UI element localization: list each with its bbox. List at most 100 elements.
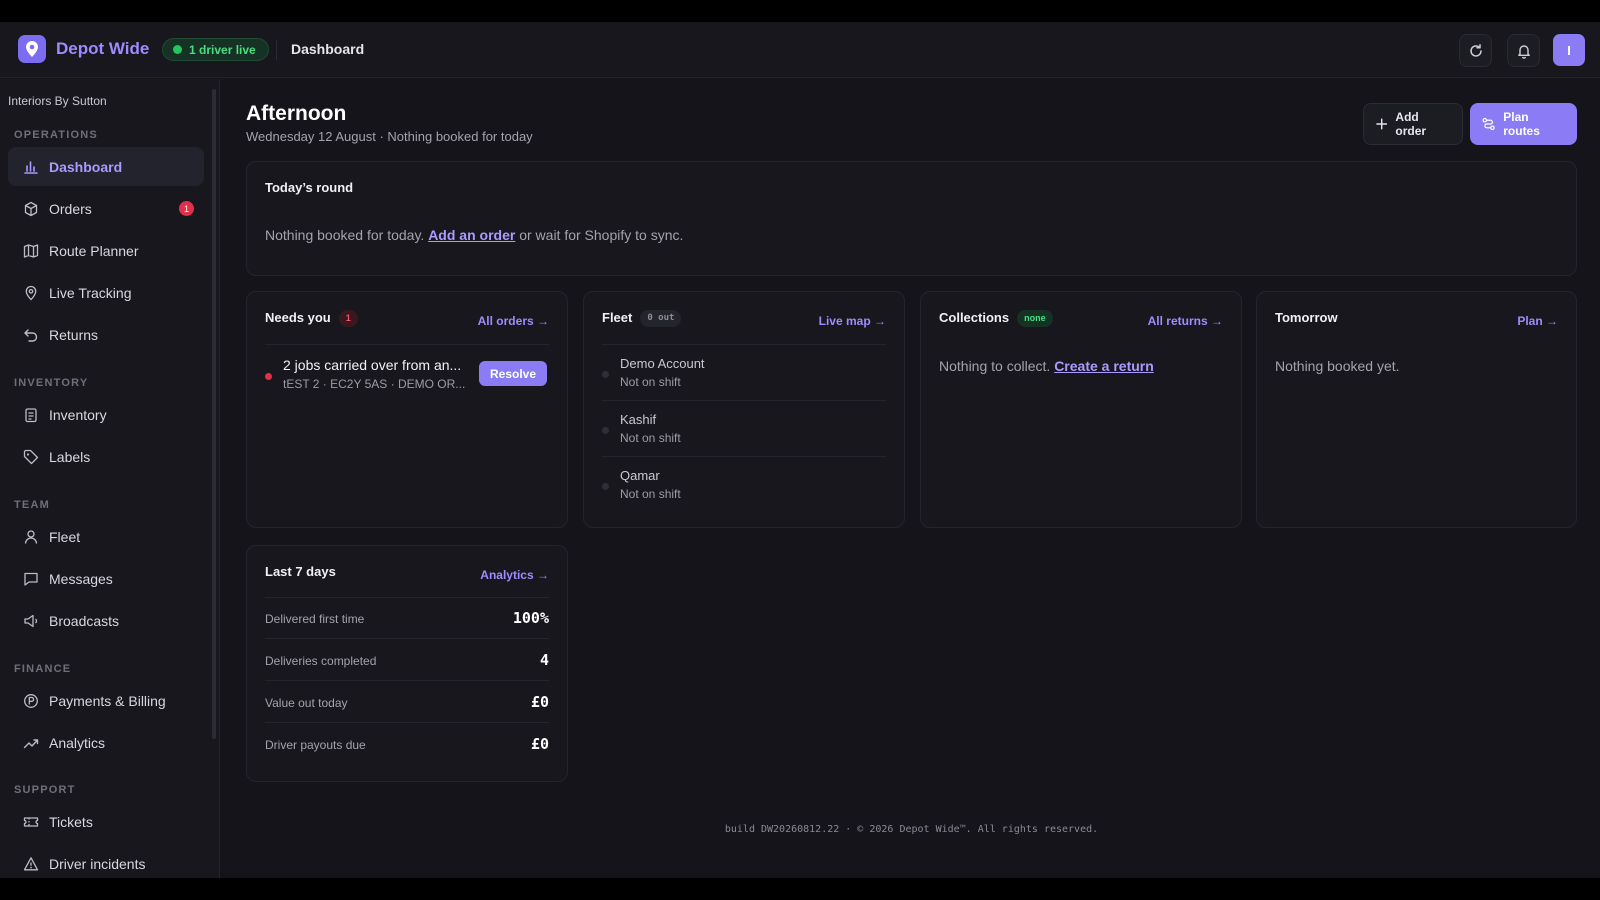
needs-you-item[interactable]: 2 jobs carried over from an... tEST 2 · …: [265, 357, 551, 397]
todays-round-message: Nothing booked for today. Add an order o…: [265, 227, 683, 243]
sidebar-item-label: Returns: [49, 326, 99, 343]
sidebar-scrollbar[interactable]: [212, 89, 216, 739]
tomorrow-card: Tomorrow Plan → Nothing booked yet.: [1256, 291, 1577, 528]
alert-dot-icon: [265, 373, 272, 380]
needs-you-title: Needs you: [265, 310, 331, 325]
tag-icon: [23, 449, 39, 464]
sidebar-item-messages[interactable]: Messages: [8, 559, 204, 598]
orders-count-badge: 1: [179, 201, 194, 216]
collections-title: Collections: [939, 310, 1010, 325]
pin-icon: [25, 285, 37, 300]
live-dot-icon: [173, 45, 182, 54]
driver-status: Not on shift: [620, 375, 681, 389]
brand-name[interactable]: Depot Wide: [56, 39, 149, 59]
drivers-live-label: 1 driver live: [189, 42, 256, 57]
breadcrumb: Dashboard: [291, 41, 365, 57]
sidebar-item-route-planner[interactable]: Route Planner: [8, 231, 204, 270]
bell-icon: [1517, 44, 1530, 59]
add-order-label: Add order: [1395, 110, 1427, 138]
plan-routes-button[interactable]: Plan routes: [1470, 103, 1577, 145]
plan-routes-label: Plan routes: [1503, 110, 1540, 138]
footer-build-info: build DW20260812.22 · © 2026 Depot Wide™…: [724, 824, 1099, 835]
collections-message: Nothing to collect. Create a return: [939, 358, 1154, 374]
sidebar-item-broadcasts[interactable]: Broadcasts: [8, 601, 204, 640]
needs-you-card: Needs you 1 All orders → 2 jobs carried o…: [246, 291, 568, 528]
plan-link[interactable]: Plan →: [1517, 314, 1558, 328]
bar-chart-icon: [24, 160, 38, 174]
section-team: TEAM: [14, 499, 50, 511]
megaphone-icon: [24, 614, 38, 627]
todays-round-title: Today’s round: [265, 180, 354, 195]
sidebar-item-tickets[interactable]: Tickets: [8, 802, 204, 841]
logo-pin-icon[interactable]: [18, 35, 46, 63]
sidebar-item-payments-billing[interactable]: Payments & Billing: [8, 681, 204, 720]
stat-row: Value out today £0: [265, 682, 549, 723]
last-7-days-title: Last 7 days: [265, 564, 336, 579]
stat-value: 4: [539, 651, 549, 669]
sidebar-item-live-tracking[interactable]: Live Tracking: [8, 273, 204, 312]
stat-value: £0: [530, 693, 549, 711]
sidebar-item-label: Payments & Billing: [49, 692, 166, 709]
add-an-order-link[interactable]: Add an order: [428, 227, 515, 243]
refresh-button[interactable]: [1459, 34, 1492, 67]
driver-row[interactable]: Kashif Not on shift: [602, 400, 886, 455]
fleet-out-badge: 0 out: [640, 310, 682, 328]
stat-row: Driver payouts due £0: [265, 724, 549, 765]
needs-you-header: Needs you 1: [265, 310, 358, 328]
top-bar: Depot Wide 1 driver live Dashboard I: [0, 22, 1600, 78]
all-returns-link[interactable]: All returns →: [1148, 314, 1223, 328]
status-dot-icon: [602, 427, 609, 434]
stat-row: Delivered first time 100%: [265, 598, 549, 639]
sidebar-item-label: Inventory: [49, 406, 107, 423]
stat-row: Deliveries completed 4: [265, 640, 549, 681]
stat-value: 100%: [512, 609, 549, 627]
todays-round-card: Today’s round Nothing booked for today. …: [246, 161, 1577, 276]
fleet-title: Fleet: [602, 310, 633, 325]
stat-label: Driver payouts due: [265, 738, 366, 752]
live-map-link[interactable]: Live map →: [819, 314, 886, 328]
sidebar-item-label: Messages: [49, 570, 113, 587]
stat-label: Delivered first time: [265, 612, 365, 626]
sidebar-item-label: Dashboard: [49, 158, 123, 175]
person-icon: [24, 529, 38, 544]
all-orders-link[interactable]: All orders →: [478, 314, 549, 328]
sidebar-item-inventory[interactable]: Inventory: [8, 395, 204, 434]
driver-status: Not on shift: [620, 431, 681, 445]
box-icon: [24, 201, 38, 216]
driver-row[interactable]: Qamar Not on shift: [602, 456, 886, 511]
notifications-button[interactable]: [1507, 34, 1540, 67]
sidebar-item-driver-incidents[interactable]: Driver incidents: [8, 844, 204, 878]
status-dot-icon: [602, 483, 609, 490]
app-window: Depot Wide 1 driver live Dashboard I Int…: [0, 22, 1600, 878]
user-avatar[interactable]: I: [1553, 34, 1585, 66]
resolve-button[interactable]: Resolve: [479, 361, 547, 386]
sidebar-item-labels[interactable]: Labels: [8, 437, 204, 476]
sidebar-item-returns[interactable]: Returns: [8, 315, 204, 354]
driver-name: Kashif: [620, 412, 657, 427]
driver-row[interactable]: Demo Account Not on shift: [602, 344, 886, 399]
tomorrow-title: Tomorrow: [1275, 310, 1338, 325]
analytics-link[interactable]: Analytics →: [480, 568, 549, 582]
return-arrow-icon: [24, 328, 38, 342]
stat-label: Value out today: [265, 696, 348, 710]
page-subtitle: Wednesday 12 August · Nothing booked for…: [246, 129, 533, 144]
drivers-live-badge[interactable]: 1 driver live: [162, 38, 269, 61]
sidebar-item-fleet[interactable]: Fleet: [8, 517, 204, 556]
add-order-button[interactable]: Add order: [1363, 103, 1463, 145]
section-operations: OPERATIONS: [14, 129, 98, 141]
section-inventory: INVENTORY: [14, 377, 89, 389]
divider: [265, 344, 549, 345]
collections-status-badge: none: [1017, 310, 1053, 328]
driver-status: Not on shift: [620, 487, 681, 501]
sidebar-item-orders[interactable]: Orders 1: [8, 189, 204, 228]
create-return-link[interactable]: Create a return: [1054, 358, 1154, 374]
section-finance: FINANCE: [14, 663, 72, 675]
sidebar-item-label: Live Tracking: [49, 284, 132, 301]
sidebar-item-dashboard[interactable]: Dashboard: [8, 147, 204, 186]
sidebar: Interiors By Sutton OPERATIONS Dashboard…: [0, 79, 220, 878]
sidebar-item-analytics[interactable]: Analytics: [8, 723, 204, 762]
breadcrumb-divider: [276, 40, 277, 60]
needs-you-count-badge: 1: [338, 310, 358, 328]
driver-name: Demo Account: [620, 356, 705, 371]
collections-card: Collections none All returns → Nothing to…: [920, 291, 1242, 528]
